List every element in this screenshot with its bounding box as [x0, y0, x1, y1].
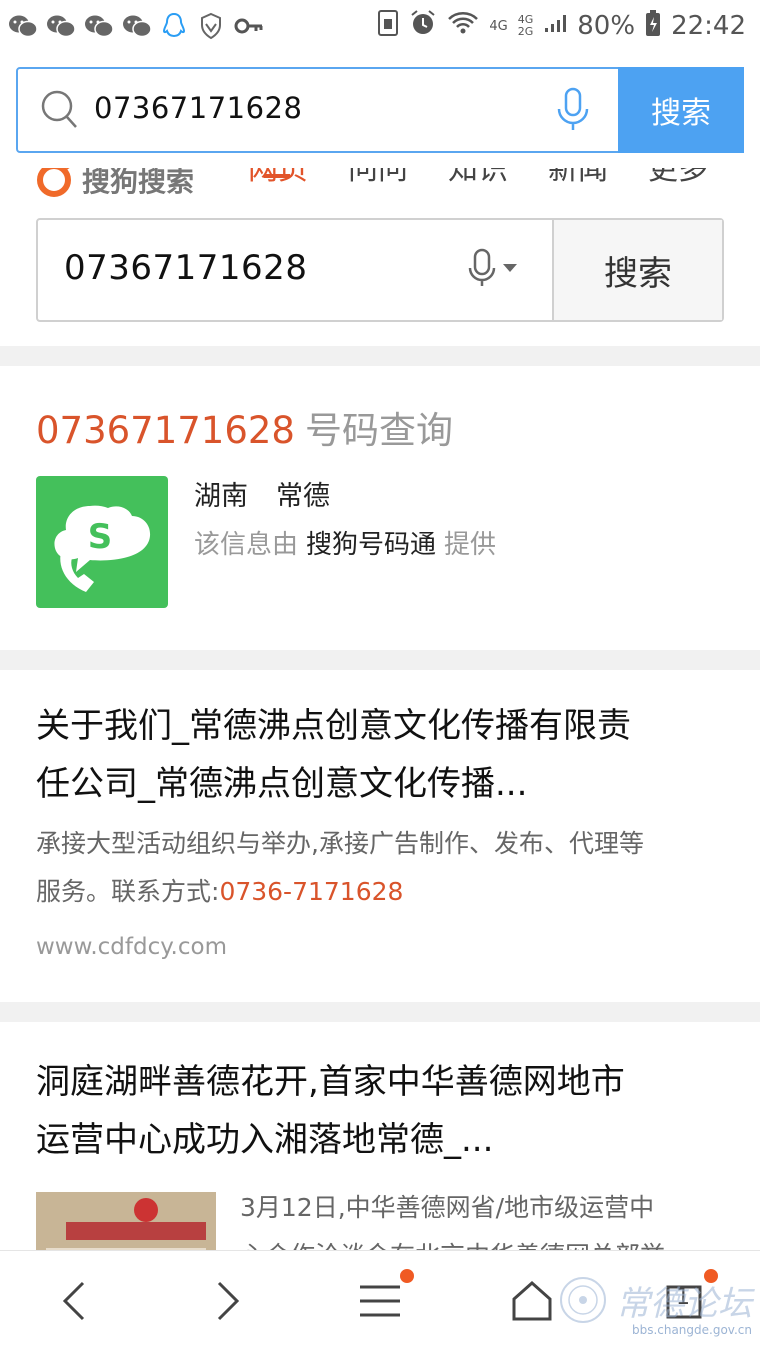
- menu-button[interactable]: [350, 1269, 414, 1331]
- network-type: 4G: [489, 20, 507, 33]
- status-bar: 4G 4G 2G 80% 22:42: [0, 0, 760, 52]
- microphone-icon[interactable]: [556, 87, 590, 137]
- tab-more[interactable]: 更多: [648, 168, 708, 188]
- forum-watermark: 常德论坛: [558, 1275, 752, 1325]
- back-button[interactable]: [44, 1271, 104, 1331]
- battery-percent: 80%: [577, 11, 636, 41]
- sogou-search-button[interactable]: 搜索: [552, 220, 722, 320]
- result-excerpt-line: 心合作洽谈会在北京中华善德网总部举: [240, 1232, 720, 1250]
- phone-card-suffix: 号码查询: [304, 409, 453, 452]
- provider-prefix: 该信息由: [194, 530, 299, 560]
- key-icon: [234, 12, 264, 40]
- tab-webpage[interactable]: 网页: [248, 168, 308, 188]
- forward-button[interactable]: [198, 1271, 258, 1331]
- wifi-icon: [447, 10, 479, 43]
- sogou-haomatong-app-icon: S: [36, 476, 168, 608]
- tab-knowledge[interactable]: 知识: [448, 168, 508, 188]
- browser-bottom-nav: 1 常德论坛 bbs.changde.gov.cn: [0, 1250, 760, 1351]
- network-type-label: 4G: [489, 18, 508, 34]
- provider-line: 该信息由 搜狗号码通 提供: [194, 524, 496, 561]
- section-divider: [0, 346, 760, 366]
- city: 常德: [276, 481, 330, 512]
- tab-news[interactable]: 新闻: [548, 168, 608, 188]
- search-icon: [40, 89, 80, 135]
- wechat-notification-icon: [46, 12, 76, 40]
- active-tab-indicator: [264, 174, 290, 178]
- voice-dropdown[interactable]: [468, 248, 518, 288]
- result-excerpt: 3月12日,中华善德网省/地市级运营中 心合作洽谈会在北京中华善德网总部举: [240, 1184, 720, 1250]
- status-right-group: 4G 4G 2G 80% 22:42: [377, 8, 746, 44]
- result-title-line[interactable]: 运营中心成功入湘落地常德_...: [36, 1114, 726, 1166]
- qq-penguin-icon: [160, 12, 188, 40]
- search-button[interactable]: 搜索: [618, 67, 744, 153]
- forum-seal-icon: [560, 1277, 606, 1323]
- microphone-icon: [468, 248, 496, 286]
- wechat-notification-icon: [122, 12, 152, 40]
- menu-icon: [360, 1285, 400, 1317]
- result-url: www.cdfdcy.com: [36, 934, 227, 960]
- alarm-icon: [409, 9, 437, 44]
- section-divider: [0, 650, 760, 670]
- province: 湖南: [194, 481, 248, 512]
- sogou-search-box[interactable]: 07367171628 搜索: [36, 218, 724, 322]
- search-input[interactable]: 07367171628: [94, 91, 302, 125]
- svg-text:S: S: [88, 517, 113, 557]
- home-button[interactable]: [502, 1271, 562, 1331]
- shield-icon: [198, 12, 224, 40]
- battery-charging-icon: [645, 9, 661, 44]
- result-excerpt-line: 3月12日,中华善德网省/地市级运营中: [240, 1193, 655, 1222]
- section-divider: [0, 1002, 760, 1022]
- provider-suffix: 提供: [444, 530, 497, 560]
- phone-number: 07367171628: [36, 409, 295, 452]
- wechat-notification-icon: [84, 12, 114, 40]
- result-desc-prefix: 服务。联系方式:: [36, 877, 220, 906]
- sogou-search-input[interactable]: 07367171628: [64, 248, 307, 288]
- sogou-tabs: 网页 问问 知识 新闻 更多: [0, 168, 760, 204]
- phone-card-title[interactable]: 07367171628 号码查询: [36, 400, 453, 454]
- chevron-down-icon: [503, 264, 517, 272]
- tab-wenwen[interactable]: 问问: [348, 168, 408, 188]
- result-phone-highlight: 0736-7171628: [219, 877, 404, 906]
- phone-location: 湖南 常德: [194, 474, 330, 513]
- web-page: 搜狗搜索 网页 问问 知识 新闻 更多 07367171628 搜索 07367…: [0, 168, 760, 1250]
- watermark-url: bbs.changde.gov.cn: [631, 1323, 752, 1337]
- result-title-line[interactable]: 任公司_常德沸点创意文化传播...: [36, 758, 726, 810]
- result-title-line[interactable]: 关于我们_常德沸点创意文化传播有限责: [36, 700, 726, 752]
- notification-dot: [400, 1269, 414, 1283]
- network2-bottom-label: 2G: [517, 25, 534, 38]
- clock: 22:42: [671, 11, 746, 41]
- back-arrow-icon: [62, 1281, 85, 1321]
- sim-manager-icon: [377, 9, 399, 44]
- wechat-notification-icon: [8, 12, 38, 40]
- result-title-line[interactable]: 洞庭湖畔善德花开,首家中华善德网地市: [36, 1056, 726, 1108]
- browser-search-bar[interactable]: 07367171628 搜索: [16, 67, 744, 153]
- result-thumbnail[interactable]: [36, 1192, 216, 1250]
- provider-name[interactable]: 搜狗号码通: [306, 530, 436, 560]
- result-desc-line: 服务。联系方式:0736-7171628: [36, 868, 726, 916]
- result-desc-line: 承接大型活动组织与举办,承接广告制作、发布、代理等: [36, 829, 644, 858]
- signal-icon: [543, 11, 567, 41]
- network2-type: 4G 2G: [518, 14, 534, 38]
- watermark-text: 常德论坛: [616, 1283, 752, 1324]
- home-icon: [512, 1280, 552, 1321]
- forward-arrow-icon: [217, 1281, 240, 1321]
